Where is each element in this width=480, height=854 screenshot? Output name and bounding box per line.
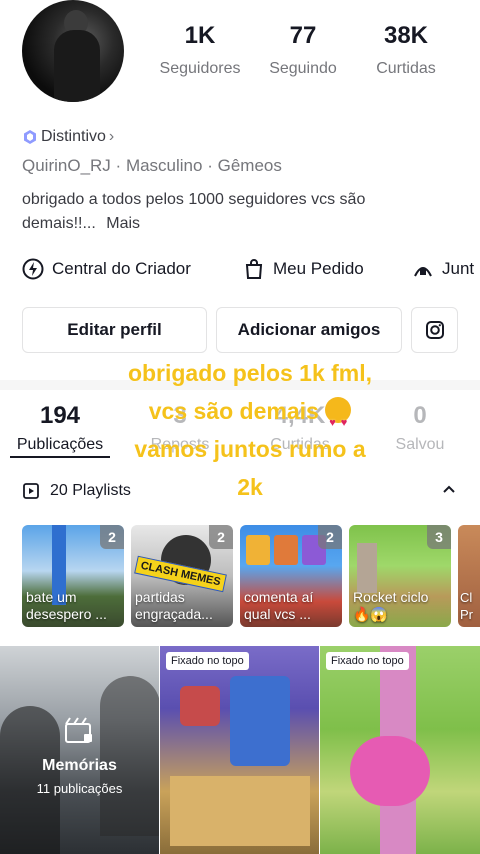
playlist-card[interactable]: 2 bate um desespero ... xyxy=(22,525,124,627)
together-label: Junt xyxy=(442,259,475,278)
profile-avatar[interactable] xyxy=(22,0,124,102)
playlist-card[interactable]: CLASH MEMES 2 partidas engraçada... xyxy=(131,525,233,627)
zodiac: Gêmeos xyxy=(217,156,282,175)
together-link[interactable]: Junt xyxy=(412,258,474,280)
playlist-card[interactable]: 2 comenta aí qual vcs ... xyxy=(240,525,342,627)
playlist-icon xyxy=(23,483,39,499)
following-count: 77 xyxy=(289,22,317,49)
badge-link[interactable]: Distintivo › xyxy=(22,128,114,146)
badge-label: Distintivo xyxy=(41,128,106,145)
playlist-title: Cl Pr xyxy=(460,590,473,622)
playlist-title: bate um desespero ... xyxy=(26,589,107,622)
pinned-badge: Fixado no topo xyxy=(166,652,249,670)
clapperboard-icon xyxy=(64,716,94,749)
playlist-count-badge: 2 xyxy=(100,525,124,549)
pinned-video-cell[interactable]: Fixado no topo xyxy=(160,646,319,854)
bio-line-1: obrigado a todos pelos 1000 seguidores v… xyxy=(22,191,366,208)
memories-title: Memórias xyxy=(42,757,117,774)
instagram-icon xyxy=(425,321,444,339)
followers-label: Seguidores xyxy=(159,60,241,77)
username: QuirinO_RJ xyxy=(22,156,111,175)
my-orders-label: Meu Pedido xyxy=(273,259,364,278)
stat-likes[interactable]: 38K Curtidas xyxy=(351,22,461,78)
shopping-bag-icon xyxy=(245,259,263,279)
caption-line-2: vcs são demais ♥ ♥ xyxy=(60,392,440,430)
bio-line-2: demais!!... xyxy=(22,215,96,232)
instagram-button[interactable] xyxy=(411,307,458,353)
bio-more-link[interactable]: Mais xyxy=(106,215,140,232)
likes-label: Curtidas xyxy=(376,60,436,77)
stat-following[interactable]: 77 Seguindo xyxy=(248,22,358,78)
my-orders-link[interactable]: Meu Pedido xyxy=(243,258,364,280)
gender: Masculino xyxy=(125,156,203,175)
add-friends-button[interactable]: Adicionar amigos xyxy=(216,307,402,353)
chevron-up-icon[interactable] xyxy=(440,480,458,503)
caption-line-1: obrigado pelos 1k fml, xyxy=(127,360,373,386)
memories-subtitle: 11 publicações xyxy=(36,781,123,796)
followers-count: 1K xyxy=(184,22,216,49)
playlist-title: comenta aí qual vcs ... xyxy=(244,589,314,622)
playlist-count-badge: 3 xyxy=(427,525,451,549)
likes-count: 38K xyxy=(383,22,429,49)
heart-eyes-emoji: ♥ ♥ xyxy=(325,397,352,429)
playlist-count-badge: 2 xyxy=(209,525,233,549)
edit-profile-button[interactable]: Editar perfil xyxy=(22,307,207,353)
creator-center-link[interactable]: Central do Criador xyxy=(22,258,191,280)
chevron-right-icon: › xyxy=(108,128,115,145)
playlist-title: Rocket ciclo 🔥😱 xyxy=(353,589,429,622)
group-icon xyxy=(414,267,432,277)
playlist-title: partidas engraçada... xyxy=(135,589,213,622)
stat-followers[interactable]: 1K Seguidores xyxy=(145,22,255,78)
memories-cell[interactable]: Memórias 11 publicações xyxy=(0,646,159,854)
playlist-count-badge: 2 xyxy=(318,525,342,549)
following-label: Seguindo xyxy=(269,60,337,77)
lightning-icon xyxy=(22,258,44,280)
profile-meta: QuirinO_RJ · Masculino · Gêmeos xyxy=(22,156,282,175)
playlists-header[interactable]: 20 Playlists xyxy=(22,482,131,500)
playlists-header-label: 20 Playlists xyxy=(50,482,131,499)
creator-center-label: Central do Criador xyxy=(52,259,191,278)
pinned-badge: Fixado no topo xyxy=(326,652,409,670)
pinned-video-cell[interactable]: Fixado no topo xyxy=(320,646,480,854)
caption-line-3: vamos juntos rumo a xyxy=(134,436,366,462)
badge-icon xyxy=(24,130,36,144)
playlist-card[interactable]: 3 Rocket ciclo 🔥😱 xyxy=(349,525,451,627)
profile-bio: obrigado a todos pelos 1000 seguidores v… xyxy=(22,188,462,236)
playlist-card[interactable]: Cl Pr xyxy=(458,525,480,627)
